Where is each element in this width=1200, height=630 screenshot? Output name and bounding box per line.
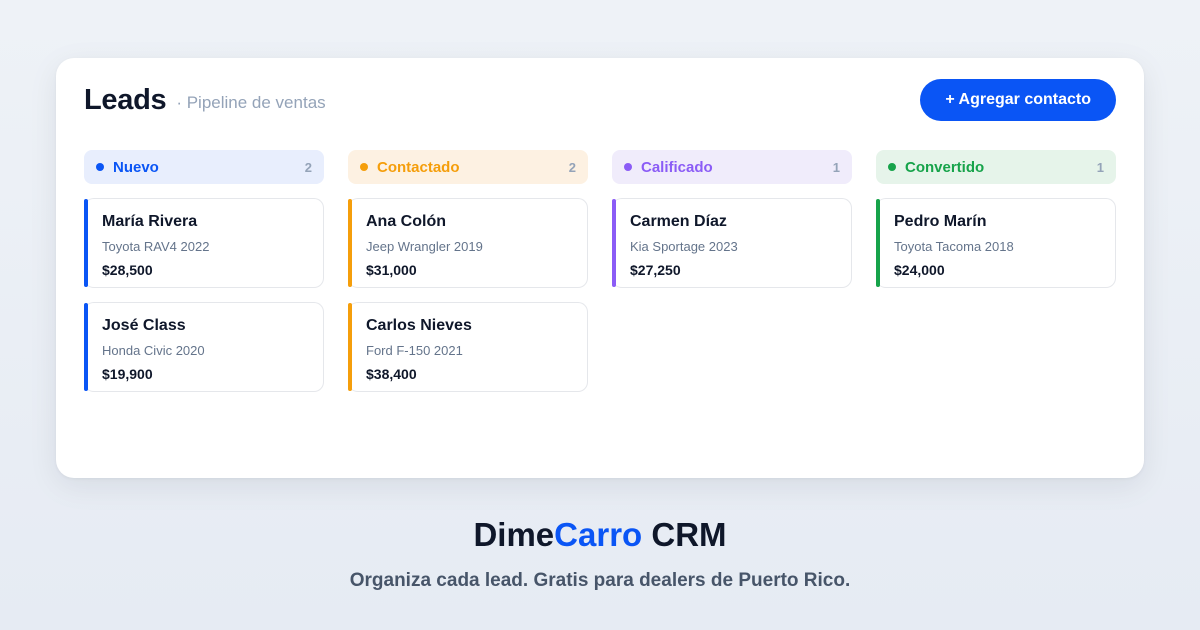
column-label: Calificado <box>641 158 713 176</box>
lead-name: Pedro Marín <box>894 213 987 230</box>
status-dot-icon <box>888 163 896 171</box>
lead-name: José Class <box>102 317 186 334</box>
column-header[interactable]: Convertido 1 <box>876 150 1116 184</box>
column-contactado: Contactado 2 Ana Colón Jeep Wrangler 201… <box>348 150 588 392</box>
lead-name: Carlos Nieves <box>366 317 472 334</box>
lead-price: $31,000 <box>366 262 417 278</box>
page-subtitle: · Pipeline de ventas <box>176 93 326 112</box>
lead-card[interactable]: José Class Honda Civic 2020 $19,900 <box>84 302 324 392</box>
column-count: 2 <box>304 159 312 175</box>
column-count: 1 <box>832 159 840 175</box>
lead-card[interactable]: Carlos Nieves Ford F-150 2021 $38,400 <box>348 302 588 392</box>
status-dot-icon <box>360 163 368 171</box>
status-dot-icon <box>96 163 104 171</box>
column-label: Nuevo <box>113 158 159 176</box>
column-header[interactable]: Contactado 2 <box>348 150 588 184</box>
status-dot-icon <box>624 163 632 171</box>
column-calificado: Calificado 1 Carmen Díaz Kia Sportage 20… <box>612 150 852 392</box>
lead-vehicle: Honda Civic 2020 <box>102 343 205 358</box>
lead-price: $19,900 <box>102 366 153 382</box>
lead-card[interactable]: Pedro Marín Toyota Tacoma 2018 $24,000 <box>876 198 1116 288</box>
lead-name: Carmen Díaz <box>630 213 727 230</box>
brand-part-dime: Dime <box>473 516 555 553</box>
lead-card[interactable]: María Rivera Toyota RAV4 2022 $28,500 <box>84 198 324 288</box>
lead-price: $27,250 <box>630 262 681 278</box>
column-count: 2 <box>568 159 576 175</box>
lead-vehicle: Kia Sportage 2023 <box>630 239 738 254</box>
column-label: Contactado <box>377 158 460 176</box>
brand-part-carro: Carro <box>554 516 643 553</box>
brand-wordmark: DimeCarro CRM <box>0 516 1200 554</box>
leads-panel: Leads · Pipeline de ventas + Agregar con… <box>56 58 1144 478</box>
add-contact-button[interactable]: + Agregar contacto <box>920 79 1116 121</box>
pipeline-board: Nuevo 2 María Rivera Toyota RAV4 2022 $2… <box>84 150 1116 392</box>
lead-name: Ana Colón <box>366 213 446 230</box>
page-title: Leads <box>84 83 167 116</box>
lead-card[interactable]: Ana Colón Jeep Wrangler 2019 $31,000 <box>348 198 588 288</box>
column-count: 1 <box>1096 159 1104 175</box>
column-nuevo: Nuevo 2 María Rivera Toyota RAV4 2022 $2… <box>84 150 324 392</box>
column-label: Convertido <box>905 158 985 176</box>
lead-card[interactable]: Carmen Díaz Kia Sportage 2023 $27,250 <box>612 198 852 288</box>
lead-price: $38,400 <box>366 366 417 382</box>
column-convertido: Convertido 1 Pedro Marín Toyota Tacoma 2… <box>876 150 1116 392</box>
lead-vehicle: Toyota RAV4 2022 <box>102 239 210 254</box>
lead-vehicle: Toyota Tacoma 2018 <box>894 239 1014 254</box>
lead-vehicle: Ford F-150 2021 <box>366 343 463 358</box>
lead-vehicle: Jeep Wrangler 2019 <box>366 239 483 254</box>
column-header[interactable]: Nuevo 2 <box>84 150 324 184</box>
panel-header: Leads · Pipeline de ventas + Agregar con… <box>84 78 1116 122</box>
lead-name: María Rivera <box>102 213 198 230</box>
column-header[interactable]: Calificado 1 <box>612 150 852 184</box>
lead-price: $24,000 <box>894 262 945 278</box>
tagline: Organiza cada lead. Gratis para dealers … <box>349 570 851 591</box>
lead-price: $28,500 <box>102 262 153 278</box>
brand-part-crm: CRM <box>642 516 727 553</box>
